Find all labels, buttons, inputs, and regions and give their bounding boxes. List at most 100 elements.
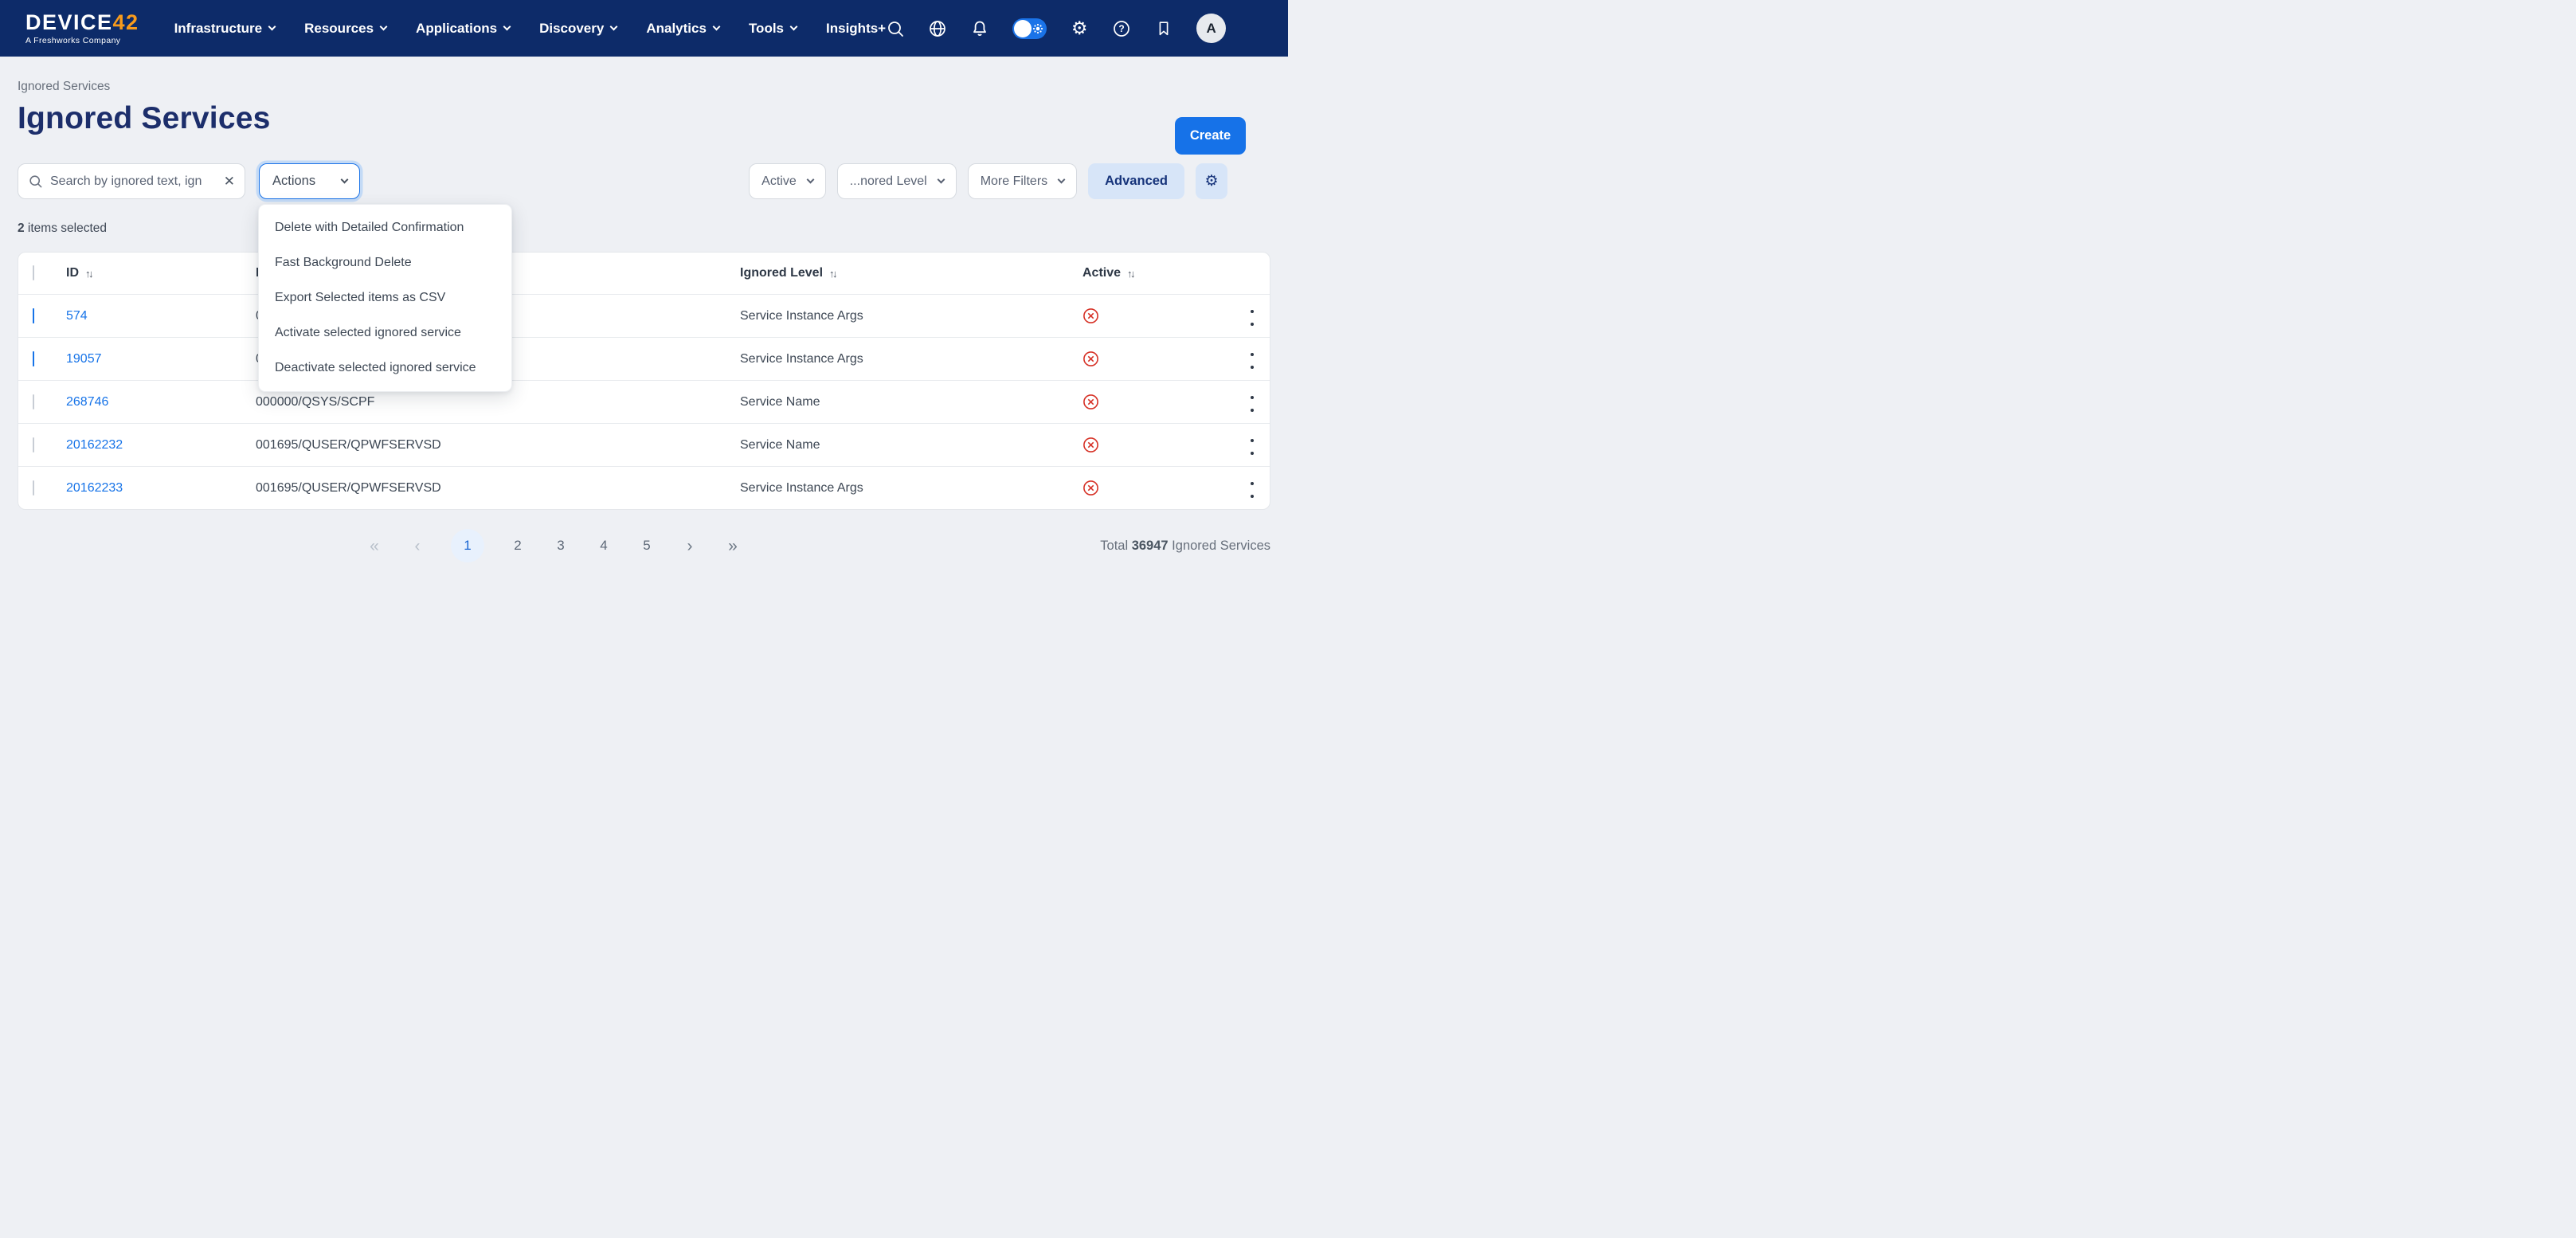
breadcrumb[interactable]: Ignored Services <box>18 80 110 94</box>
row-id-link[interactable]: 19057 <box>66 352 102 366</box>
chevron-down-icon <box>937 176 945 184</box>
table-settings-button[interactable]: ⚙ <box>1196 163 1227 199</box>
table-body: 574 0 Service Instance Args 19057 0 <box>18 294 1270 509</box>
pagination-page-button[interactable]: 2 <box>508 529 527 562</box>
row-actions-menu-button[interactable] <box>1244 311 1257 321</box>
row-checkbox[interactable] <box>33 437 34 452</box>
column-header-ignored-level[interactable]: Ignored Level <box>740 266 1082 280</box>
row-checkbox[interactable] <box>33 308 34 323</box>
sort-icon <box>85 268 92 280</box>
toolbar: ✕ Actions Active ...nored Level <box>18 163 1270 199</box>
row-checkbox[interactable] <box>33 394 34 409</box>
select-all-checkbox[interactable] <box>33 265 34 280</box>
pagination-next-button[interactable]: › <box>680 538 699 554</box>
bell-icon[interactable] <box>970 19 989 38</box>
pagination-pages: 1 2 3 4 5 <box>451 529 656 562</box>
selection-count: 2 <box>18 221 25 235</box>
advanced-filters-button[interactable]: Advanced <box>1088 163 1184 199</box>
clear-search-icon[interactable]: ✕ <box>224 174 235 188</box>
row-checkbox[interactable] <box>33 351 34 366</box>
table-header-row: ID Ignored Text Ignored Level Active <box>18 253 1270 294</box>
sort-icon <box>1127 268 1133 280</box>
gear-icon[interactable]: ⚙ <box>1070 19 1089 38</box>
chevron-down-icon <box>610 23 618 31</box>
nav-menu-item[interactable]: Discovery <box>539 21 617 37</box>
user-avatar[interactable]: A <box>1196 14 1226 43</box>
pagination: « ‹ 1 2 3 4 5 › » <box>365 529 742 562</box>
column-header-active[interactable]: Active <box>1082 266 1178 280</box>
nav-menu-item[interactable]: Infrastructure <box>174 21 276 37</box>
create-button[interactable]: Create <box>1175 117 1246 155</box>
search-input[interactable] <box>50 174 217 189</box>
pagination-last-button[interactable]: » <box>723 538 742 554</box>
pagination-page-button[interactable]: 4 <box>594 529 613 562</box>
row-id-link[interactable]: 574 <box>66 309 88 323</box>
nav-menu-item[interactable]: Analytics <box>646 21 719 37</box>
inactive-status-icon <box>1082 480 1099 496</box>
actions-dropdown-button[interactable]: Actions <box>259 163 360 199</box>
selection-status: 2 items selected <box>18 221 1270 236</box>
chevron-down-icon <box>341 176 349 184</box>
inactive-status-icon <box>1082 308 1099 324</box>
row-ignored-level: Service Instance Args <box>740 309 1082 323</box>
help-icon[interactable]: ? <box>1112 19 1131 38</box>
brand-accent: 42 <box>113 10 139 34</box>
nav-menu-item[interactable]: Resources <box>304 21 386 37</box>
row-actions-menu-button[interactable] <box>1244 398 1257 407</box>
chevron-down-icon <box>712 23 720 31</box>
row-actions-menu-button[interactable] <box>1244 355 1257 364</box>
total-count-text: Total 36947 Ignored Services <box>1100 539 1270 554</box>
pagination-prev-button[interactable]: ‹ <box>408 538 427 554</box>
pagination-page-button[interactable]: 3 <box>551 529 570 562</box>
sun-icon <box>1032 23 1043 34</box>
row-ignored-level: Service Instance Args <box>740 352 1082 366</box>
pagination-page-button[interactable]: 1 <box>451 529 484 562</box>
row-actions-menu-button[interactable] <box>1244 441 1257 450</box>
table-row: 20162232 001695/QUSER/QPWFSERVSD Service… <box>18 423 1270 466</box>
row-id-link[interactable]: 268746 <box>66 395 108 409</box>
brand-tagline: A Freshworks Company <box>25 37 139 45</box>
search-icon[interactable] <box>886 19 905 38</box>
inactive-status-icon <box>1082 351 1099 367</box>
row-id-link[interactable]: 20162232 <box>66 438 123 452</box>
pagination-first-button[interactable]: « <box>365 538 384 554</box>
table-row: 19057 0 Service Instance Args <box>18 337 1270 380</box>
svg-text:?: ? <box>1118 23 1124 34</box>
total-count: 36947 <box>1132 539 1169 553</box>
filter-select[interactable]: ...nored Level <box>837 163 957 199</box>
actions-label: Actions <box>272 174 315 189</box>
nav-menu-item[interactable]: Insights+ <box>826 21 886 37</box>
actions-menu-item[interactable]: Deactivate selected ignored service <box>259 351 511 386</box>
row-checkbox[interactable] <box>33 480 34 496</box>
actions-dropdown-menu: Delete with Detailed Confirmation Fast B… <box>258 204 512 392</box>
globe-icon[interactable] <box>928 19 947 38</box>
navbar-right-icons: ⚙ ? A <box>886 14 1226 43</box>
actions-menu-item[interactable]: Delete with Detailed Confirmation <box>259 210 511 245</box>
actions-menu-item[interactable]: Export Selected items as CSV <box>259 280 511 315</box>
table-row: 268746 000000/QSYS/SCPF Service Name <box>18 380 1270 423</box>
nav-menu-item[interactable]: Tools <box>749 21 797 37</box>
column-header-id[interactable]: ID <box>66 266 256 280</box>
filter-select[interactable]: Active <box>749 163 826 199</box>
nav-menu-item[interactable]: Applications <box>416 21 510 37</box>
gear-icon: ⚙ <box>1204 174 1218 189</box>
row-ignored-text: 001695/QUSER/QPWFSERVSD <box>256 481 740 496</box>
search-icon <box>28 174 43 189</box>
row-ignored-level: Service Instance Args <box>740 481 1082 496</box>
pagination-page-button[interactable]: 5 <box>637 529 656 562</box>
chevron-down-icon <box>1058 176 1066 184</box>
device42-logo[interactable]: DEVICE42 A Freshworks Company <box>25 12 139 45</box>
filter-select[interactable]: More Filters <box>968 163 1077 199</box>
actions-menu-item[interactable]: Fast Background Delete <box>259 245 511 280</box>
row-actions-menu-button[interactable] <box>1244 484 1257 493</box>
main-nav-menu: Infrastructure Resources Applications Di… <box>174 21 887 37</box>
row-id-link[interactable]: 20162233 <box>66 481 123 495</box>
bookmark-icon[interactable] <box>1154 19 1173 38</box>
theme-toggle[interactable] <box>1012 18 1047 39</box>
chevron-down-icon <box>790 23 798 31</box>
ignored-services-table: ID Ignored Text Ignored Level Active 574… <box>18 252 1270 510</box>
filter-selects: Active ...nored Level More Filters <box>749 163 1077 199</box>
table-footer: « ‹ 1 2 3 4 5 › » Total 36947 Ignored Se… <box>18 529 1270 562</box>
row-ignored-text: 001695/QUSER/QPWFSERVSD <box>256 438 740 452</box>
actions-menu-item[interactable]: Activate selected ignored service <box>259 315 511 351</box>
